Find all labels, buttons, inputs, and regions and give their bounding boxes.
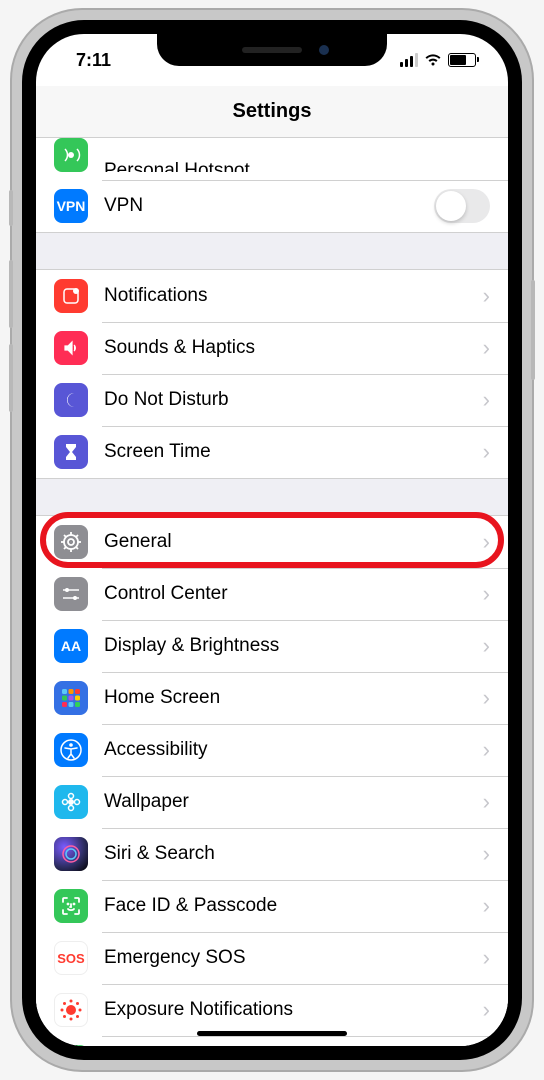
settings-row-sounds-haptics[interactable]: Sounds & Haptics › bbox=[36, 322, 508, 374]
settings-list[interactable]: Personal Hotspot VPN VPN Notifications bbox=[36, 138, 508, 1046]
settings-row-vpn[interactable]: VPN VPN bbox=[36, 180, 508, 232]
volume-up-button bbox=[9, 260, 13, 328]
settings-row-dnd[interactable]: Do Not Disturb › bbox=[36, 374, 508, 426]
row-label: Control Center bbox=[104, 583, 483, 605]
chevron-right-icon: › bbox=[483, 997, 490, 1023]
home-grid-icon bbox=[54, 681, 88, 715]
row-label: Notifications bbox=[104, 285, 483, 307]
chevron-right-icon: › bbox=[483, 283, 490, 309]
face-id-icon bbox=[54, 889, 88, 923]
hotspot-icon bbox=[54, 138, 88, 172]
chevron-right-icon: › bbox=[483, 335, 490, 361]
sos-icon: SOS bbox=[54, 941, 88, 975]
chevron-right-icon: › bbox=[483, 893, 490, 919]
row-label: Face ID & Passcode bbox=[104, 895, 483, 917]
battery-icon bbox=[54, 1045, 88, 1046]
wifi-icon bbox=[424, 53, 442, 67]
phone-frame: 7:11 Settings bbox=[12, 10, 532, 1070]
phone-bezel: 7:11 Settings bbox=[22, 20, 522, 1060]
settings-row-face-id[interactable]: Face ID & Passcode › bbox=[36, 880, 508, 932]
row-label: Emergency SOS bbox=[104, 947, 483, 969]
flower-icon bbox=[54, 785, 88, 819]
cellular-signal-icon bbox=[400, 53, 419, 67]
chevron-right-icon: › bbox=[483, 841, 490, 867]
row-label: Personal Hotspot bbox=[104, 160, 490, 172]
row-label: General bbox=[104, 531, 483, 553]
chevron-right-icon: › bbox=[483, 439, 490, 465]
vpn-toggle[interactable] bbox=[434, 189, 490, 223]
chevron-right-icon: › bbox=[483, 529, 490, 555]
settings-row-screen-time[interactable]: Screen Time › bbox=[36, 426, 508, 478]
nav-header: Settings bbox=[36, 86, 508, 138]
page-title: Settings bbox=[233, 100, 312, 123]
mute-switch bbox=[9, 190, 13, 226]
settings-row-emergency-sos[interactable]: SOS Emergency SOS › bbox=[36, 932, 508, 984]
gear-icon bbox=[54, 525, 88, 559]
exposure-icon bbox=[54, 993, 88, 1027]
chevron-right-icon: › bbox=[483, 789, 490, 815]
screen: 7:11 Settings bbox=[36, 34, 508, 1046]
row-label: Home Screen bbox=[104, 687, 483, 709]
chevron-right-icon: › bbox=[483, 737, 490, 763]
row-label: Display & Brightness bbox=[104, 635, 483, 657]
row-label: Accessibility bbox=[104, 739, 483, 761]
settings-section: Personal Hotspot VPN VPN bbox=[36, 138, 508, 233]
settings-row-display-brightness[interactable]: AA Display & Brightness › bbox=[36, 620, 508, 672]
settings-row-exposure-notifications[interactable]: Exposure Notifications › bbox=[36, 984, 508, 1036]
status-indicators bbox=[400, 53, 477, 67]
settings-row-wallpaper[interactable]: Wallpaper › bbox=[36, 776, 508, 828]
row-label: Wallpaper bbox=[104, 791, 483, 813]
settings-row-notifications[interactable]: Notifications › bbox=[36, 270, 508, 322]
settings-section: General › Control Center › AA Display & … bbox=[36, 515, 508, 1046]
settings-row-general[interactable]: General › bbox=[36, 516, 508, 568]
chevron-right-icon: › bbox=[483, 945, 490, 971]
siri-icon bbox=[54, 837, 88, 871]
settings-row-control-center[interactable]: Control Center › bbox=[36, 568, 508, 620]
row-label: Sounds & Haptics bbox=[104, 337, 483, 359]
row-label: Do Not Disturb bbox=[104, 389, 483, 411]
settings-row-home-screen[interactable]: Home Screen › bbox=[36, 672, 508, 724]
sliders-icon bbox=[54, 577, 88, 611]
row-label: Screen Time bbox=[104, 441, 483, 463]
text-size-icon: AA bbox=[54, 629, 88, 663]
settings-row-siri-search[interactable]: Siri & Search › bbox=[36, 828, 508, 880]
notch bbox=[157, 34, 387, 66]
chevron-right-icon: › bbox=[483, 387, 490, 413]
sounds-icon bbox=[54, 331, 88, 365]
notifications-icon bbox=[54, 279, 88, 313]
chevron-right-icon: › bbox=[483, 633, 490, 659]
status-time: 7:11 bbox=[76, 50, 111, 71]
chevron-right-icon: › bbox=[483, 685, 490, 711]
chevron-right-icon: › bbox=[483, 581, 490, 607]
power-button bbox=[531, 280, 535, 380]
row-label: VPN bbox=[104, 195, 434, 217]
vpn-icon: VPN bbox=[54, 189, 88, 223]
hourglass-icon bbox=[54, 435, 88, 469]
home-indicator[interactable] bbox=[197, 1031, 347, 1036]
row-label: Siri & Search bbox=[104, 843, 483, 865]
volume-down-button bbox=[9, 344, 13, 412]
accessibility-icon bbox=[54, 733, 88, 767]
row-label: Exposure Notifications bbox=[104, 999, 483, 1021]
settings-row-hotspot[interactable]: Personal Hotspot bbox=[36, 138, 508, 180]
settings-row-accessibility[interactable]: Accessibility › bbox=[36, 724, 508, 776]
battery-icon bbox=[448, 53, 476, 67]
settings-row-battery[interactable]: Battery › bbox=[36, 1036, 508, 1046]
moon-icon bbox=[54, 383, 88, 417]
settings-section: Notifications › Sounds & Haptics › bbox=[36, 269, 508, 479]
